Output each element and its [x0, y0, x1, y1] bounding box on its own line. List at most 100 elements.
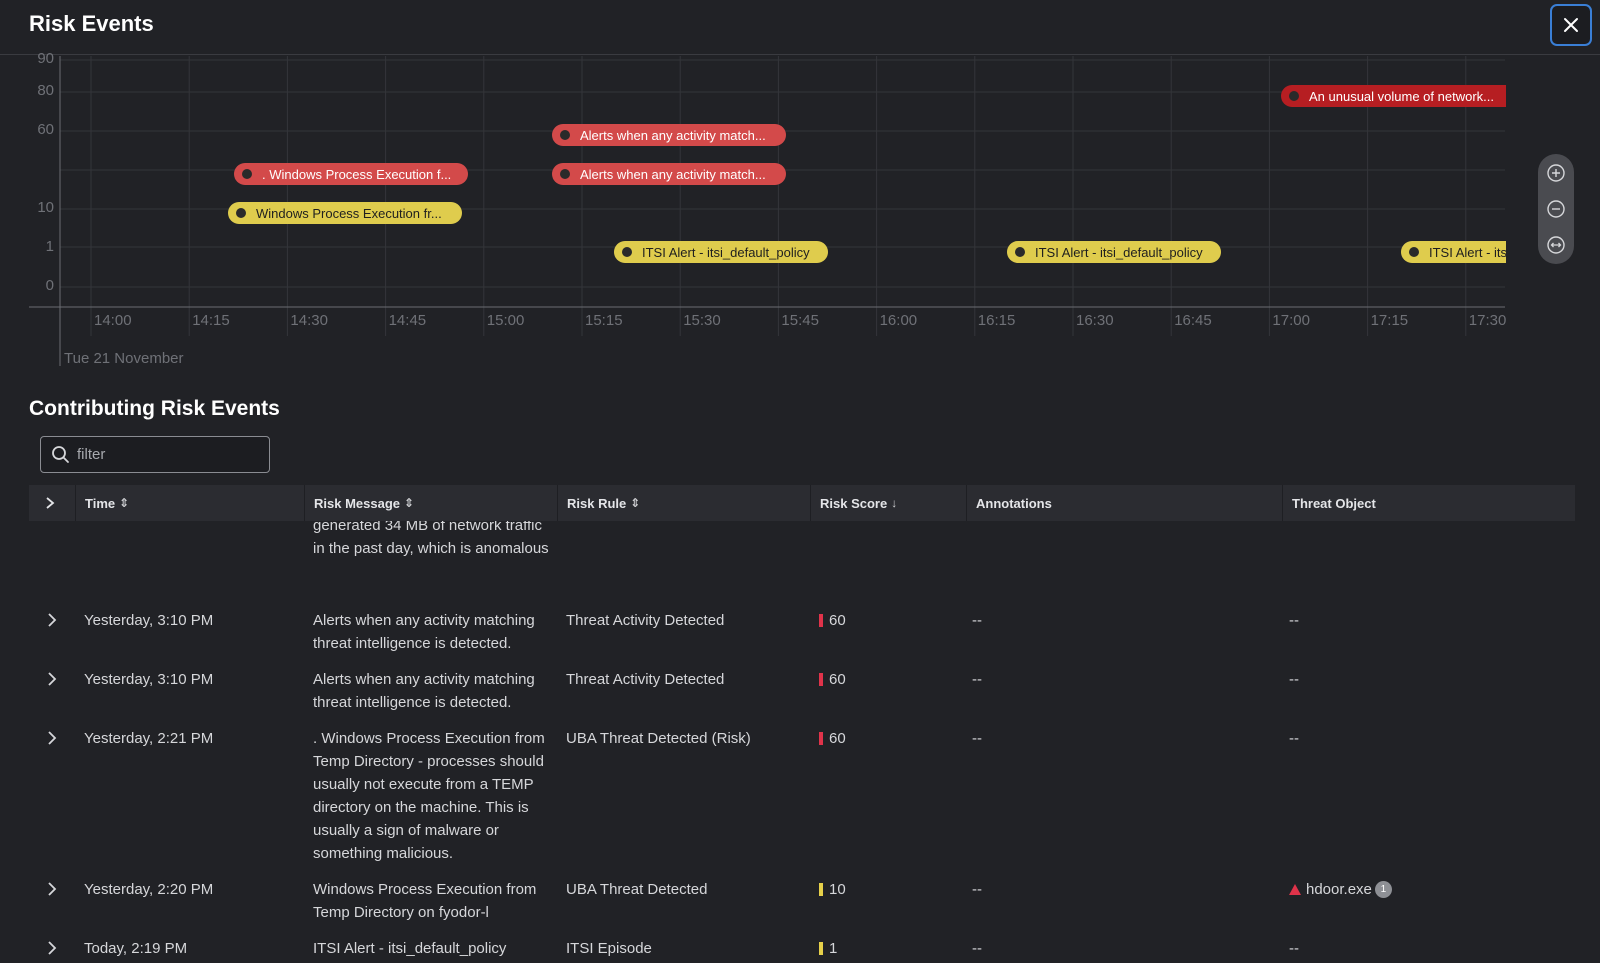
time-cell: Yesterday, 3:10 PM: [84, 612, 214, 629]
filter-input[interactable]: [77, 437, 263, 472]
annotations-cell: --: [972, 730, 982, 747]
column-header-annotations-label: Annotations: [976, 495, 1052, 511]
time-cell: Yesterday, 2:20 PM: [84, 881, 214, 898]
column-header-time-label: Time: [85, 495, 116, 511]
risk-score-cell: 60: [819, 609, 959, 632]
x-tick-label: 15:30: [683, 312, 721, 329]
x-tick-label: 17:30: [1468, 312, 1507, 329]
score-severity-bar: [819, 673, 823, 686]
threat-object-cell: hdoor.exe 1: [1289, 878, 1569, 901]
threat-count-badge: 1: [1374, 881, 1392, 898]
fit-width-button[interactable]: [1546, 235, 1566, 255]
x-tick-label: 16:00: [879, 312, 918, 329]
risk-score-value: 60: [829, 730, 846, 747]
risk-score-value: 1: [829, 940, 838, 957]
x-tick-label: 16:30: [1076, 312, 1114, 329]
column-header-threat-object: Threat Object: [1282, 485, 1575, 521]
risk-message-cell: . Windows Process Execution from Temp Di…: [313, 730, 545, 862]
risk-event-marker[interactable]: Alerts when any activity match...: [552, 124, 786, 146]
risk-message-cell: Alerts when any activity matching threat…: [313, 612, 535, 652]
marker-dot-icon: [242, 169, 252, 179]
column-header-risk-score-label: Risk Score: [820, 495, 888, 511]
marker-dot-icon: [236, 208, 246, 218]
y-tick-label: 60: [37, 121, 54, 138]
marker-dot-icon: [622, 247, 632, 257]
risk-event-marker-label: ITSI Alert - itsi_default_policy: [642, 244, 810, 260]
y-tick-label: 90: [37, 50, 54, 67]
x-tick-label: 15:45: [781, 312, 819, 329]
sort-icon: ⇕: [119, 496, 130, 510]
x-tick-label: 15:00: [486, 312, 525, 329]
score-severity-bar: [819, 732, 823, 745]
risk-event-marker[interactable]: ITSI Alert - itsi_default_policy: [1007, 241, 1221, 263]
risk-rule-cell: ITSI Episode: [566, 940, 652, 957]
risk-score-cell: 60: [819, 668, 959, 691]
marker-dot-icon: [1015, 247, 1025, 257]
time-cell: Yesterday, 2:21 PM: [84, 730, 214, 747]
filter-field[interactable]: [40, 436, 270, 473]
x-tick-label: 16:45: [1174, 312, 1212, 329]
risk-message-cell: Windows Process Execution from Temp Dire…: [313, 881, 537, 921]
column-header-risk-rule-label: Risk Rule: [567, 495, 627, 511]
risk-message-cell: ITSI Alert - itsi_default_policy: [313, 940, 507, 957]
score-severity-bar: [819, 942, 823, 955]
x-tick-label: 14:00: [94, 312, 132, 329]
risk-rule-cell: UBA Threat Detected (Risk): [566, 730, 751, 747]
column-header-risk-score[interactable]: Risk Score ↓: [810, 485, 966, 521]
risk-event-marker[interactable]: . Windows Process Execution f...: [234, 163, 468, 185]
annotations-cell: --: [972, 671, 982, 688]
zoom-out-button[interactable]: [1546, 199, 1566, 219]
row-expand-chevron-icon[interactable]: [45, 672, 59, 686]
risk-score-value: 60: [829, 671, 846, 688]
risk-event-marker[interactable]: Windows Process Execution fr...: [228, 202, 462, 224]
expand-all-button[interactable]: [29, 485, 75, 521]
sort-icon: ⇕: [630, 496, 641, 510]
row-expand-chevron-icon[interactable]: [45, 613, 59, 627]
time-cell: Today, 2:19 PM: [84, 940, 188, 957]
row-expand-chevron-icon[interactable]: [45, 941, 59, 955]
marker-dot-icon: [560, 169, 570, 179]
risk-event-marker[interactable]: ITSI Alert - its: [1401, 241, 1506, 263]
threat-object-cell: --: [1289, 671, 1299, 688]
table-header: Time ⇕ Risk Message ⇕ Risk Rule ⇕ Risk S…: [29, 485, 1575, 521]
risk-event-marker-label: ITSI Alert - itsi_default_policy: [1035, 244, 1203, 260]
risk-event-marker-label: Alerts when any activity match...: [580, 127, 766, 143]
risk-event-marker[interactable]: An unusual volume of network...: [1281, 85, 1506, 107]
risk-score-cell: 10: [819, 878, 959, 901]
zoom-in-button[interactable]: [1546, 163, 1566, 183]
x-tick-label: 17:00: [1272, 312, 1310, 329]
risk-event-marker-label: . Windows Process Execution f...: [262, 166, 452, 182]
risk-event-marker[interactable]: Alerts when any activity match...: [552, 163, 786, 185]
modal-title: Risk Events: [29, 11, 154, 36]
timeline-date-label: Tue 21 November: [64, 350, 184, 367]
threat-warning-icon: [1289, 884, 1301, 895]
column-header-threat-object-label: Threat Object: [1292, 495, 1376, 511]
threat-object-cell: --: [1289, 730, 1299, 747]
marker-dot-icon: [1289, 91, 1299, 101]
risk-event-marker-label: ITSI Alert - its: [1429, 244, 1506, 260]
risk-message-cell: Alerts when any activity matching threat…: [313, 671, 535, 711]
column-header-risk-message-label: Risk Message: [314, 495, 400, 511]
column-header-risk-message[interactable]: Risk Message ⇕: [304, 485, 557, 521]
column-header-risk-rule[interactable]: Risk Rule ⇕: [557, 485, 810, 521]
time-cell: Yesterday, 3:10 PM: [84, 671, 214, 688]
x-tick-label: 14:15: [192, 312, 230, 329]
sort-icon: ⇕: [404, 496, 415, 510]
x-tick-label: 14:30: [290, 312, 328, 329]
minus-circle-icon: [1547, 200, 1565, 218]
risk-message-cell: generated 34 MB of network traffic in th…: [313, 521, 549, 557]
close-button[interactable]: [1550, 4, 1592, 46]
threat-object-link[interactable]: hdoor.exe: [1306, 878, 1372, 901]
marker-dot-icon: [560, 130, 570, 140]
row-expand-chevron-icon[interactable]: [45, 882, 59, 896]
column-header-time[interactable]: Time ⇕: [75, 485, 304, 521]
chevron-right-icon: [46, 497, 55, 509]
threat-object-cell: --: [1289, 612, 1299, 629]
risk-event-marker[interactable]: ITSI Alert - itsi_default_policy: [614, 241, 828, 263]
x-tick-label: 17:15: [1370, 312, 1409, 329]
row-expand-chevron-icon[interactable]: [45, 731, 59, 745]
risk-rule-cell: Threat Activity Detected: [566, 671, 725, 688]
column-header-annotations: Annotations: [966, 485, 1282, 521]
annotations-cell: --: [972, 881, 982, 898]
risk-event-marker-label: An unusual volume of network...: [1309, 88, 1494, 104]
